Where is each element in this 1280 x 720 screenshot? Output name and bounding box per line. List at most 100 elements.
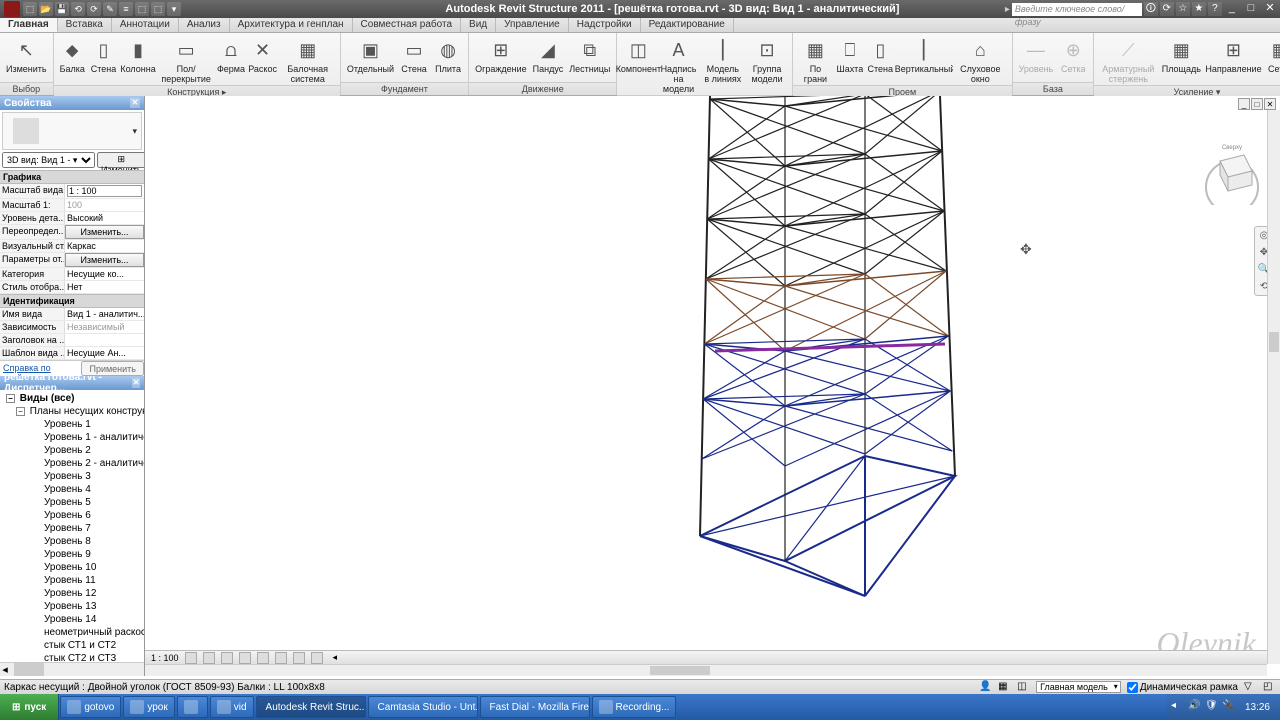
ribbon-button[interactable]: ▮Колонна — [119, 35, 157, 75]
ribbon-button[interactable]: ◫Компонент — [620, 35, 656, 75]
clock[interactable]: 13:26 — [1239, 702, 1276, 713]
tree-node[interactable]: Уровень 14 — [0, 613, 144, 626]
qat-button[interactable]: ⬚ — [23, 2, 37, 16]
property-row[interactable]: Параметры от...Изменить... — [0, 253, 144, 268]
ribbon-button[interactable]: ▣Отдельный — [344, 35, 397, 75]
qat-button[interactable]: ⟳ — [87, 2, 101, 16]
workset-icon[interactable]: 👤 — [979, 681, 992, 694]
qat-button[interactable]: ✎ — [103, 2, 117, 16]
view-selector[interactable]: 3D вид: Вид 1 - ▾ — [2, 152, 95, 168]
type-preview[interactable]: ▾ — [2, 112, 142, 150]
ribbon-button[interactable]: ▦Балочная система — [279, 35, 337, 85]
scale-display[interactable]: 1 : 100 — [151, 653, 179, 663]
reveal-icon[interactable] — [311, 652, 323, 664]
tree-node[interactable]: Уровень 3 — [0, 470, 144, 483]
design-options-icon[interactable]: ◫ — [1017, 681, 1030, 694]
viewcube[interactable]: Сверху — [1200, 141, 1264, 205]
taskbar-item[interactable]: Fast Dial - Mozilla Fire... — [480, 696, 590, 718]
tree-node[interactable]: Уровень 7 — [0, 522, 144, 535]
property-row[interactable]: Шаблон вида ...Несущие Ан... — [0, 347, 144, 360]
ribbon-button[interactable]: ⧉Лестницы — [566, 35, 613, 75]
tree-node[interactable]: − Виды (все) — [0, 392, 144, 405]
tree-node[interactable]: стык СТ1 и СТ2 — [0, 639, 144, 652]
shadows-icon[interactable] — [239, 652, 251, 664]
hide-isolate-icon[interactable] — [293, 652, 305, 664]
tray-icon[interactable]: 🔊 — [1188, 700, 1202, 714]
ribbon-button[interactable]: ◢Пандус — [530, 35, 567, 75]
ribbon-button[interactable]: ⌂Слуховое окно — [952, 35, 1009, 85]
ribbon-button[interactable]: ⩍Ферма — [215, 35, 246, 75]
detail-level-icon[interactable] — [185, 652, 197, 664]
property-input[interactable] — [67, 185, 142, 197]
dynamic-frame-checkbox[interactable] — [1127, 682, 1138, 693]
tree-node[interactable]: Уровень 9 — [0, 548, 144, 561]
taskbar-item[interactable]: Autodesk Revit Struc... — [256, 696, 366, 718]
taskbar-item[interactable]: урок — [123, 696, 174, 718]
search-input[interactable]: Введите ключевое слово/фразу — [1012, 3, 1142, 16]
ribbon-button[interactable]: ⎮Вертикальный — [895, 35, 952, 75]
star2-icon[interactable]: ★ — [1192, 2, 1206, 16]
tree-node[interactable]: Уровень 5 — [0, 496, 144, 509]
qat-button[interactable]: 📂 — [39, 2, 53, 16]
sun-icon[interactable] — [221, 652, 233, 664]
qat-button[interactable]: ▾ — [167, 2, 181, 16]
sync-icon[interactable]: ⟳ — [1160, 2, 1174, 16]
property-section[interactable]: Графика — [0, 170, 144, 184]
tree-node[interactable]: Уровень 10 — [0, 561, 144, 574]
horizontal-scrollbar[interactable] — [145, 664, 1267, 676]
filter-icon[interactable]: ▽ — [1244, 681, 1257, 694]
ribbon-button[interactable]: ⬥Балка — [57, 35, 88, 75]
tree-node[interactable]: Уровень 2 - аналитическ — [0, 457, 144, 470]
taskbar-item[interactable]: Camtasia Studio - Unt... — [368, 696, 478, 718]
tree-node[interactable]: Уровень 4 — [0, 483, 144, 496]
tree-node[interactable]: Уровень 1 - аналитическ — [0, 431, 144, 444]
ribbon-button[interactable]: ▦Площадь — [1159, 35, 1203, 75]
qat-button[interactable]: ⬚ — [135, 2, 149, 16]
ribbon-button[interactable]: ▯Стена — [865, 35, 895, 75]
ribbon-tab[interactable]: Редактирование — [641, 18, 734, 32]
qat-button[interactable]: ≡ — [119, 2, 133, 16]
taskbar-item[interactable]: gotovo — [60, 696, 121, 718]
ribbon-button[interactable]: ⊞Направление — [1203, 35, 1263, 75]
ribbon-button[interactable]: ⎮Модель в линиях — [701, 35, 745, 85]
ribbon-button[interactable]: AНадпись на модели — [656, 35, 700, 95]
ribbon-button[interactable]: ⊞Ограждение — [472, 35, 530, 75]
tree-node[interactable]: неометричный раскос — [0, 626, 144, 639]
ribbon-tab[interactable]: Вставка — [58, 18, 112, 32]
crop-icon[interactable] — [257, 652, 269, 664]
apply-button[interactable]: Применить — [81, 361, 144, 376]
ribbon-button[interactable]: ▭Пол/перекрытие — [157, 35, 215, 85]
star-icon[interactable]: ☆ — [1176, 2, 1190, 16]
ribbon-button[interactable]: ▦По грани — [796, 35, 834, 85]
vp-close-icon[interactable]: ✕ — [1264, 98, 1276, 110]
workset-combo[interactable]: Главная модель — [1036, 681, 1121, 693]
ribbon-tab[interactable]: Надстройки — [569, 18, 641, 32]
properties-help-link[interactable]: Справка по свойствам — [0, 361, 81, 376]
tree-node[interactable]: Уровень 2 — [0, 444, 144, 457]
editable-icon[interactable]: ▦ — [998, 681, 1011, 694]
minimize-button[interactable]: _ — [1224, 2, 1240, 16]
ribbon-button[interactable]: ⎕Шахта — [835, 35, 865, 75]
tray-icon[interactable]: 🛡 — [1205, 700, 1219, 714]
viewport-3d[interactable]: _ □ ✕ — [145, 96, 1280, 676]
tree-node[interactable]: Уровень 12 — [0, 587, 144, 600]
tree-node[interactable]: Уровень 13 — [0, 600, 144, 613]
property-row[interactable]: КатегорияНесущие ко... — [0, 268, 144, 281]
expand-icon[interactable]: − — [16, 407, 25, 416]
maximize-button[interactable]: □ — [1243, 2, 1259, 16]
taskbar-item[interactable]: Recording... — [592, 696, 677, 718]
tree-node[interactable]: Уровень 6 — [0, 509, 144, 522]
close-button[interactable]: ✕ — [1262, 2, 1278, 16]
tray-icon[interactable]: 🔌 — [1222, 700, 1236, 714]
properties-title[interactable]: Свойства ✕ — [0, 96, 144, 110]
close-icon[interactable]: ✕ — [130, 98, 140, 108]
property-row[interactable]: Уровень дета...Высокий — [0, 212, 144, 225]
help-icon[interactable]: ? — [1208, 2, 1222, 16]
property-row[interactable]: Стиль отобра...Нет — [0, 281, 144, 294]
ribbon-button[interactable]: ◍Плита — [431, 35, 465, 75]
ribbon-button[interactable]: ▦Сетка — [1264, 35, 1280, 75]
select-icon[interactable]: ◰ — [1263, 681, 1276, 694]
ribbon-button[interactable]: ▭Стена — [397, 35, 431, 75]
ribbon-button[interactable]: ↖Изменить — [3, 35, 50, 75]
edit-type-button[interactable]: ⊞ Изменить тип — [97, 152, 144, 168]
